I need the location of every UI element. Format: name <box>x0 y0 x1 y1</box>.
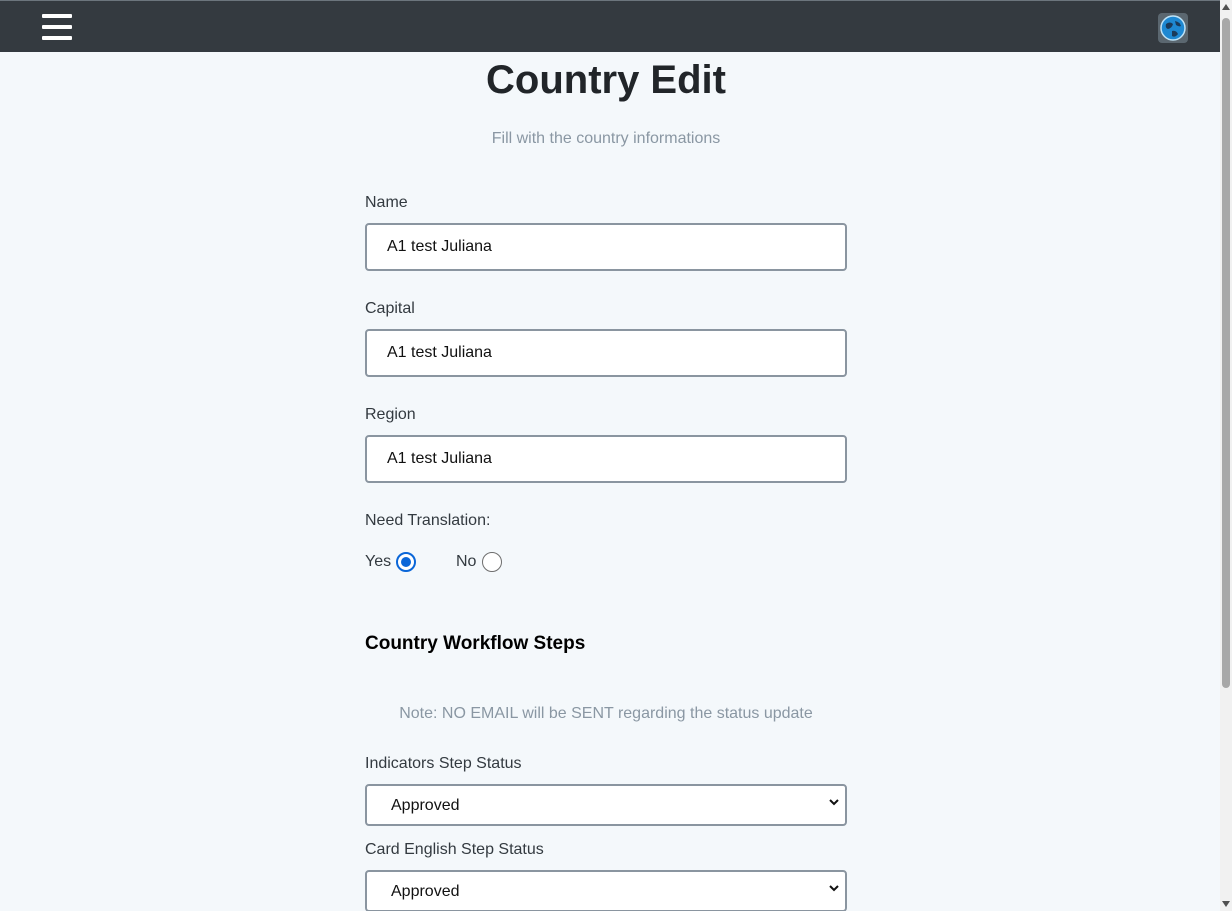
indicators-step-label: Indicators Step Status <box>365 755 522 772</box>
scroll-thumb[interactable] <box>1222 18 1230 688</box>
region-input[interactable] <box>365 435 847 483</box>
name-label: Name <box>365 194 408 211</box>
capital-label: Capital <box>365 300 415 317</box>
workflow-section-title: Country Workflow Steps <box>365 633 586 654</box>
card-english-step-select[interactable]: Approved <box>365 870 847 911</box>
region-label: Region <box>365 406 416 423</box>
page-subtitle: Fill with the country informations <box>491 130 721 147</box>
radio-no[interactable] <box>482 552 502 572</box>
radio-yes[interactable] <box>396 552 416 572</box>
globe-logo-icon[interactable] <box>1157 12 1189 44</box>
need-translation-label: Need Translation: <box>365 512 491 529</box>
indicators-step-value: Approved <box>391 797 460 814</box>
card-english-step-value: Approved <box>391 883 460 900</box>
chevron-down-icon <box>829 885 839 892</box>
indicators-step-select[interactable]: Approved <box>365 784 847 826</box>
radio-no-label: No <box>456 553 477 570</box>
scroll-down-arrow-icon[interactable] <box>1222 901 1230 907</box>
capital-input[interactable] <box>365 329 847 377</box>
top-navbar <box>0 0 1220 52</box>
workflow-note: Note: NO EMAIL will be SENT regarding th… <box>399 705 813 722</box>
hamburger-menu-icon[interactable] <box>42 14 72 40</box>
chevron-down-icon <box>829 799 839 806</box>
name-input[interactable] <box>365 223 847 271</box>
card-english-step-label: Card English Step Status <box>365 841 544 858</box>
page-scrollbar[interactable] <box>1220 0 1232 911</box>
radio-yes-label: Yes <box>365 553 392 570</box>
page-title: Country Edit <box>486 58 726 102</box>
scroll-up-arrow-icon[interactable] <box>1222 4 1230 10</box>
